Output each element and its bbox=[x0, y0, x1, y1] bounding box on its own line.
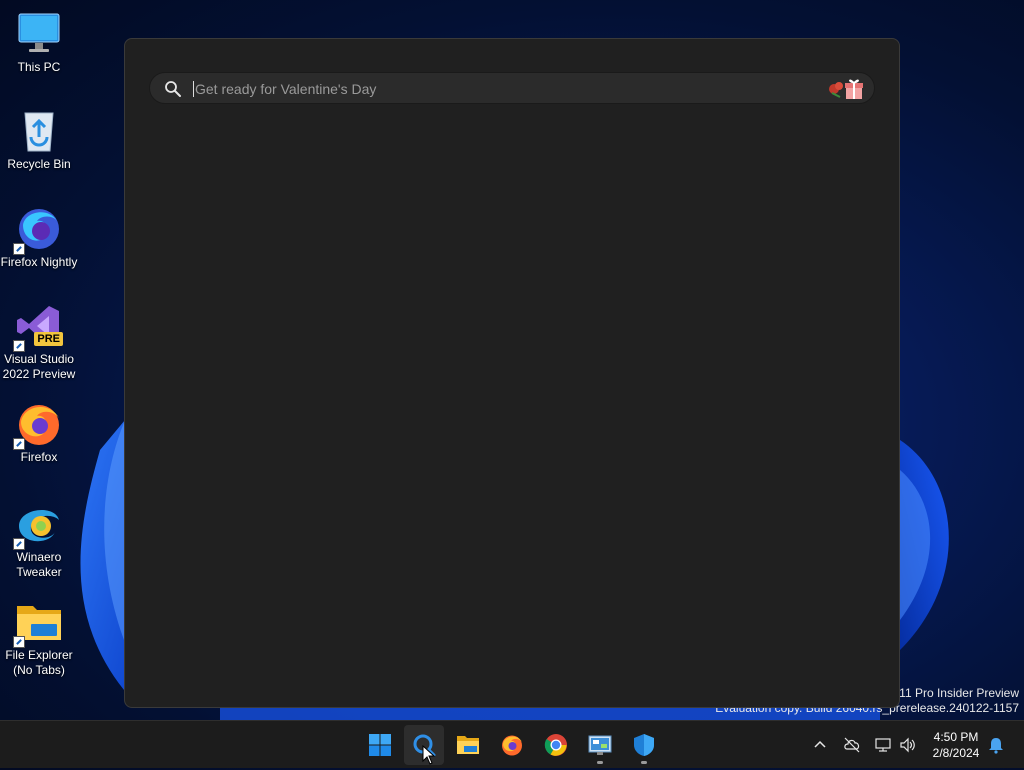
search-box[interactable] bbox=[149, 72, 875, 104]
desktop-icon-label: Firefox Nightly bbox=[0, 255, 78, 269]
desktop-icon-firefox-nightly[interactable]: Firefox Nightly bbox=[0, 205, 78, 270]
cloud-offline-icon[interactable] bbox=[843, 736, 861, 754]
firefox-icon bbox=[13, 400, 63, 450]
taskbar: 4:50 PM 2/8/2024 bbox=[0, 720, 1024, 768]
shield-icon bbox=[634, 734, 654, 756]
monitor-icon bbox=[15, 10, 63, 58]
running-indicator bbox=[597, 761, 603, 764]
desktop-icon-label: Recycle Bin bbox=[7, 157, 71, 171]
recycle-bin-icon bbox=[15, 107, 63, 155]
clock-date: 2/8/2024 bbox=[932, 746, 980, 760]
chevron-up-icon[interactable] bbox=[811, 736, 829, 754]
clock-time: 4:50 PM bbox=[933, 730, 979, 744]
mouse-cursor-icon bbox=[422, 744, 436, 765]
taskbar-start-button[interactable] bbox=[360, 725, 400, 765]
running-indicator bbox=[641, 761, 647, 764]
shortcut-arrow-icon bbox=[13, 636, 25, 648]
desktop-icon-firefox[interactable]: Firefox bbox=[0, 400, 78, 465]
taskbar-file-explorer-button[interactable] bbox=[448, 725, 488, 765]
visual-studio-icon: PRE bbox=[13, 302, 63, 352]
taskbar-windows-security-button[interactable] bbox=[624, 725, 664, 765]
desktop-icon-label: Winaero Tweaker bbox=[16, 550, 62, 579]
desktop-icon-label: File Explorer (No Tabs) bbox=[5, 648, 73, 677]
taskbar-firefox-button[interactable] bbox=[492, 725, 532, 765]
folder-icon bbox=[457, 736, 479, 754]
volume-icon[interactable] bbox=[899, 736, 917, 754]
valentines-gift-icon[interactable] bbox=[826, 77, 866, 101]
shortcut-arrow-icon bbox=[13, 243, 25, 255]
taskbar-chrome-button[interactable] bbox=[536, 725, 576, 765]
shortcut-arrow-icon bbox=[13, 438, 25, 450]
taskbar-control-panel-button[interactable] bbox=[580, 725, 620, 765]
search-input[interactable] bbox=[193, 77, 797, 101]
pre-badge: PRE bbox=[34, 332, 63, 346]
search-icon bbox=[164, 80, 182, 98]
desktop-icon-label: This PC bbox=[17, 60, 61, 74]
desktop-icon-file-explorer[interactable]: File Explorer (No Tabs) bbox=[0, 598, 78, 678]
search-panel bbox=[124, 38, 900, 708]
shortcut-arrow-icon bbox=[13, 538, 25, 550]
shortcut-arrow-icon bbox=[13, 340, 25, 352]
firefox-icon bbox=[502, 735, 522, 756]
firefox-nightly-icon bbox=[13, 205, 63, 255]
winaero-tweaker-icon bbox=[13, 500, 63, 550]
desktop-icon-label: Visual Studio 2022 Preview bbox=[2, 352, 76, 381]
windows-start-icon bbox=[369, 734, 391, 756]
desktop-icon-visual-studio[interactable]: PRE Visual Studio 2022 Preview bbox=[0, 302, 78, 382]
desktop-icon-recycle-bin[interactable]: Recycle Bin bbox=[0, 107, 78, 172]
notification-bell-icon[interactable] bbox=[987, 736, 1005, 754]
folder-icon bbox=[13, 598, 63, 648]
desktop-icon-winaero-tweaker[interactable]: Winaero Tweaker bbox=[0, 500, 78, 580]
chrome-icon bbox=[544, 734, 567, 756]
network-icon[interactable] bbox=[874, 736, 892, 754]
system-clock[interactable]: 4:50 PM 2/8/2024 bbox=[925, 729, 987, 761]
desktop-icon-this-pc[interactable]: This PC bbox=[0, 10, 78, 75]
desktop-icon-label: Firefox bbox=[20, 450, 58, 464]
control-panel-icon bbox=[588, 735, 612, 755]
